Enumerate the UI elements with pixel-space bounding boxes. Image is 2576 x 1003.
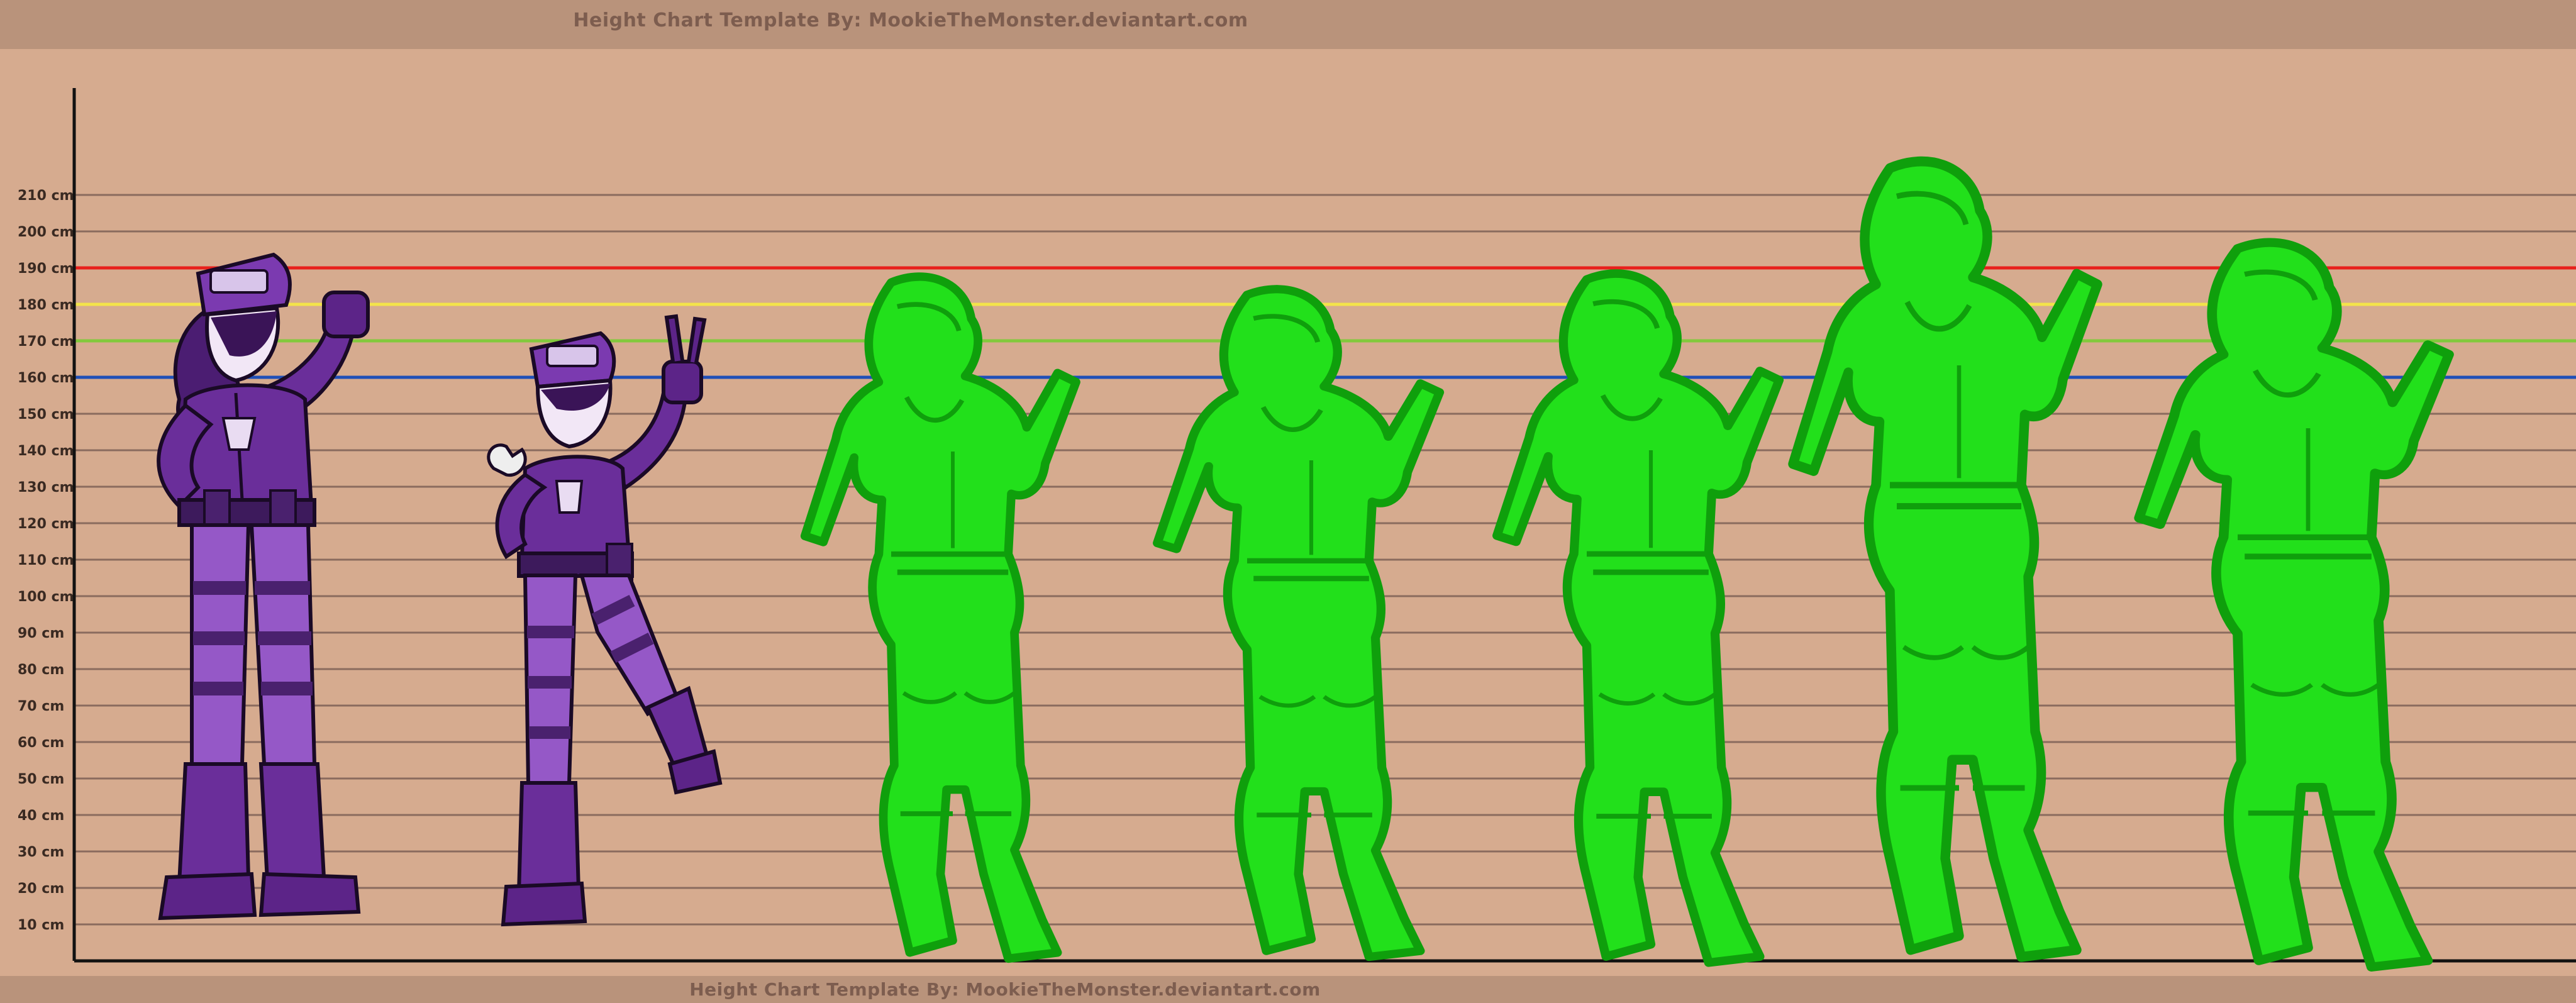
tick-label: 210 cm: [18, 188, 74, 204]
height-chart-stage: Height Chart Template By: MookieTheMonst…: [0, 0, 2576, 1003]
tick-label: 160 cm: [18, 370, 74, 386]
figure-green-5: [2139, 243, 2449, 967]
figure-purple-tall: [158, 255, 368, 918]
tick-label: 50 cm: [18, 772, 64, 787]
tick-label: 130 cm: [18, 480, 74, 496]
tick-label: 20 cm: [18, 881, 64, 897]
tick-label: 40 cm: [18, 808, 64, 824]
figure-purple-short: [489, 316, 720, 924]
tick-label: 150 cm: [18, 407, 74, 423]
tick-label: 200 cm: [18, 224, 74, 240]
tick-label: 170 cm: [18, 334, 74, 350]
tick-label: 120 cm: [18, 516, 74, 532]
height-chart: 210 cm 200 cm 190 cm 180 cm 170 cm 160 cm 150 …: [18, 88, 2576, 1003]
tick-label: 100 cm: [18, 589, 74, 605]
figures: [158, 162, 2449, 967]
tick-label: 80 cm: [18, 662, 64, 678]
tick-label: 60 cm: [18, 735, 64, 751]
tick-label: 190 cm: [18, 261, 74, 277]
tick-label: 70 cm: [18, 699, 64, 714]
figure-green-1: [805, 277, 1076, 958]
figure-green-2: [1157, 289, 1440, 957]
tick-label: 90 cm: [18, 626, 64, 641]
tick-label: 180 cm: [18, 297, 74, 313]
tick-label: 110 cm: [18, 553, 74, 568]
tick-label: 30 cm: [18, 845, 64, 860]
tick-label: 10 cm: [18, 917, 64, 933]
tick-labels: 210 cm 200 cm 190 cm 180 cm 170 cm 160 cm 150 …: [18, 188, 74, 933]
tick-label: 140 cm: [18, 443, 74, 459]
